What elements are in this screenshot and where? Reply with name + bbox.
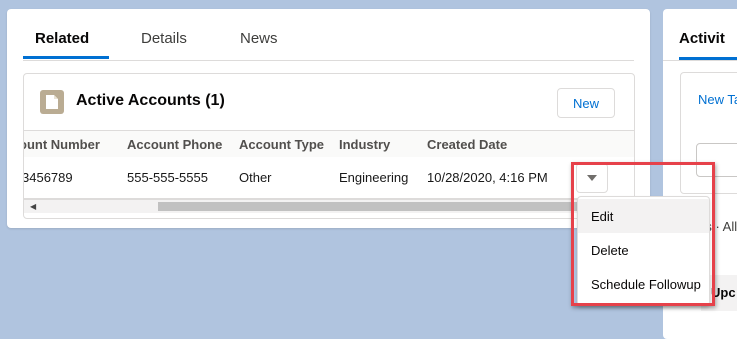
tab-details[interactable]: Details <box>141 30 187 47</box>
column-header-account-type[interactable]: Account Type <box>239 137 324 152</box>
task-input[interactable] <box>696 143 737 177</box>
record-detail-card: Related Details News Active Accounts (1)… <box>7 9 650 228</box>
column-header-account-number[interactable]: ount Number <box>24 137 100 152</box>
table-header: ount Number Account Phone Account Type I… <box>24 130 634 158</box>
cell-account-phone: 555-555-5555 <box>127 170 208 185</box>
tab-related[interactable]: Related <box>35 30 89 47</box>
chevron-down-icon <box>587 175 597 181</box>
related-list-title: Active Accounts (1) <box>76 92 225 109</box>
related-list-table: ount Number Account Phone Account Type I… <box>24 130 634 218</box>
column-header-created-date[interactable]: Created Date <box>427 137 507 152</box>
related-list-header: Active Accounts (1) New <box>24 74 634 130</box>
cell-account-number: 3456789 <box>24 170 73 185</box>
menu-item-label: Schedule Followup <box>591 277 701 292</box>
column-header-account-phone[interactable]: Account Phone <box>127 137 222 152</box>
menu-item-label: Delete <box>591 243 629 258</box>
active-tab-indicator <box>23 56 109 59</box>
new-button[interactable]: New <box>557 88 615 118</box>
cell-account-type: Other <box>239 170 272 185</box>
column-header-industry[interactable]: Industry <box>339 137 390 152</box>
tab-bar: Related Details News <box>23 30 634 61</box>
menu-item-schedule-followup[interactable]: Schedule Followup <box>578 267 709 301</box>
divider <box>663 60 737 61</box>
menu-item-label: Edit <box>591 209 614 224</box>
related-list-card: Active Accounts (1) New ount Number Acco… <box>23 73 635 219</box>
document-icon <box>40 90 64 114</box>
upcoming-label[interactable]: Upc <box>711 285 736 300</box>
cell-created-date: 10/28/2020, 4:16 PM <box>427 170 548 185</box>
menu-item-delete[interactable]: Delete <box>578 233 709 267</box>
table-row: 3456789 555-555-5555 Other Engineering 1… <box>24 157 634 199</box>
cell-industry: Engineering <box>339 170 409 185</box>
scrollbar-thumb[interactable] <box>158 202 634 211</box>
row-action-dropdown: Edit Delete Schedule Followup <box>577 196 710 306</box>
horizontal-scrollbar[interactable]: ◀ <box>24 199 634 213</box>
scroll-left-icon[interactable]: ◀ <box>30 202 36 211</box>
row-action-menu-button[interactable] <box>576 163 608 193</box>
menu-item-edit[interactable]: Edit <box>578 199 709 233</box>
tab-activity[interactable]: Activit <box>679 30 725 47</box>
tab-news[interactable]: News <box>240 30 278 47</box>
new-task-link[interactable]: New Ta <box>698 92 737 107</box>
